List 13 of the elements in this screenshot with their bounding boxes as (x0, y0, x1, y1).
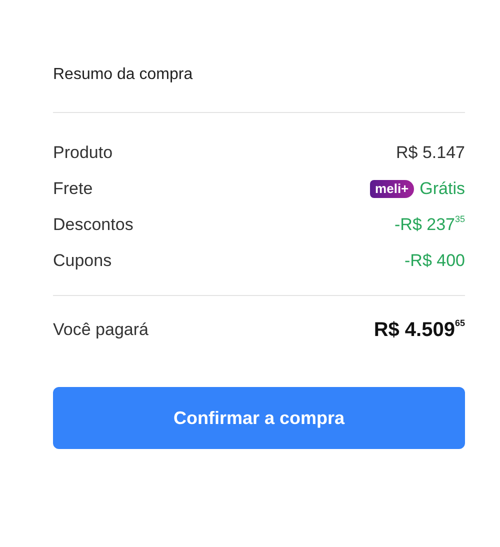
row-value: -R$ 237$^{35}$ (394, 215, 465, 235)
row-value: -R$ 400 (404, 251, 465, 271)
row-label: Cupons (53, 251, 112, 271)
confirm-button[interactable]: Confirmar a compra (53, 387, 465, 449)
row-label: Descontos (53, 215, 134, 235)
total-label: Você pagará (53, 320, 148, 340)
row-label: Frete (53, 179, 93, 199)
membership-badge: meli+ (370, 180, 414, 198)
row-value: Grátis (420, 179, 465, 199)
total-value: R$ 4.509$^{65}$ (374, 318, 465, 342)
row-label: Produto (53, 143, 113, 163)
row-value: R$ 5.147 (396, 143, 465, 163)
summary-title: Resumo da compra (53, 65, 194, 85)
